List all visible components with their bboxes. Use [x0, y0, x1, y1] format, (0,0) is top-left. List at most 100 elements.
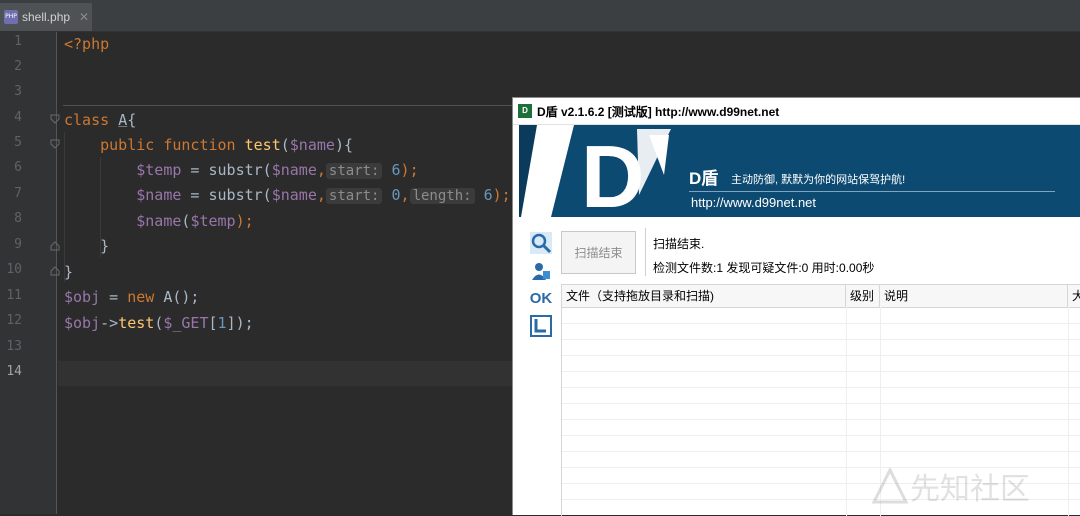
- column-header-description[interactable]: 说明: [880, 285, 1068, 307]
- banner-slogan: 主动防御, 默默为你的网站保驾护航!: [731, 174, 906, 186]
- code-line-9: }: [64, 234, 109, 259]
- search-icon[interactable]: [529, 231, 553, 255]
- variable: $temp: [190, 212, 236, 230]
- punct: ,: [316, 161, 326, 179]
- variable: $name: [271, 186, 317, 204]
- keyword: class: [64, 111, 110, 129]
- code-text: A();: [154, 288, 200, 306]
- variable: $name: [289, 136, 335, 154]
- scan-button[interactable]: 扫描结束: [561, 231, 636, 274]
- punct: ,: [316, 186, 326, 204]
- line-number: 7: [14, 186, 22, 201]
- punct: }: [64, 263, 74, 281]
- watermark-text: 先知社区: [910, 472, 1030, 507]
- column-header-file[interactable]: 文件（支持拖放目录和扫描): [562, 285, 846, 307]
- punct: );: [492, 186, 511, 204]
- line-number-current: 14: [6, 364, 22, 379]
- number: 1: [217, 314, 227, 332]
- row-divider: [562, 435, 1080, 436]
- watermark: 先知社区: [870, 466, 1070, 507]
- punct: ->: [100, 314, 119, 332]
- row-divider: [562, 323, 1080, 324]
- punct: ]);: [226, 314, 254, 332]
- banner-url[interactable]: http://www.d99net.net: [691, 195, 816, 210]
- variable: $name: [136, 212, 182, 230]
- line-number: 1: [14, 34, 22, 49]
- dshield-sidebar: OK: [519, 226, 555, 515]
- number: 6: [483, 186, 493, 204]
- punct: );: [400, 161, 419, 179]
- punct: }: [100, 237, 110, 255]
- close-icon[interactable]: ✕: [79, 10, 89, 24]
- watermark-logo-icon: [871, 468, 909, 504]
- line-number: 3: [14, 84, 22, 99]
- row-divider: [562, 371, 1080, 372]
- table-header: 文件（支持拖放目录和扫描) 级别 说明 大: [562, 285, 1080, 308]
- number: 0: [391, 186, 401, 204]
- vertical-separator: [645, 228, 646, 276]
- function-name: test: [118, 314, 155, 332]
- punct: ){: [334, 136, 353, 154]
- file-frame-icon[interactable]: [529, 314, 553, 338]
- code-line-11: $obj = new A();: [64, 285, 199, 310]
- line-number-gutter: 1 2 3 4 5 6 7 8 9 10 11 12 13 14: [0, 32, 60, 514]
- code-line-7: $name = substr($name, start: 0, length: 6)…: [64, 183, 511, 208]
- row-divider: [562, 419, 1080, 420]
- code-text: = substr(: [181, 186, 272, 204]
- line-number: 4: [14, 110, 22, 125]
- svg-text:D: D: [581, 127, 645, 217]
- punct: (: [154, 314, 164, 332]
- line-number: 5: [14, 135, 22, 150]
- dshield-window: D D盾 v2.1.6.2 [测试版] http://www.d99net.ne…: [512, 97, 1080, 516]
- row-divider: [562, 339, 1080, 340]
- ok-icon[interactable]: OK: [529, 286, 553, 310]
- line-number: 6: [14, 160, 22, 175]
- code-line-8: $name($temp);: [64, 209, 254, 234]
- variable: $obj: [64, 288, 101, 306]
- banner-divider: [689, 191, 1055, 192]
- variable: $_GET: [163, 314, 209, 332]
- window-title-bar[interactable]: D D盾 v2.1.6.2 [测试版] http://www.d99net.ne…: [513, 98, 1080, 125]
- punct: (: [280, 136, 290, 154]
- dshield-app-icon: D: [518, 104, 532, 118]
- parameter-hint: start:: [325, 188, 383, 204]
- row-divider: [562, 355, 1080, 356]
- code-line-5: public function test($name){: [64, 133, 353, 158]
- php-file-icon: PHP: [4, 10, 18, 24]
- user-shield-icon[interactable]: [529, 259, 553, 283]
- tab-label: shell.php: [22, 10, 71, 24]
- line-number: 12: [6, 313, 22, 328]
- scan-status: 扫描结束.: [653, 237, 705, 251]
- column-header-size[interactable]: 大: [1068, 285, 1080, 307]
- code-line-4: class A{: [64, 108, 136, 133]
- punct: );: [235, 212, 254, 230]
- row-divider: [562, 451, 1080, 452]
- punct: {: [127, 111, 137, 129]
- variable: $temp: [136, 161, 182, 179]
- variable: $name: [271, 161, 317, 179]
- code-text: = substr(: [181, 161, 272, 179]
- variable: $name: [136, 186, 182, 204]
- row-divider: [562, 387, 1080, 388]
- ok-label: OK: [529, 289, 553, 307]
- class-name: A: [118, 111, 128, 129]
- code-line-12: $obj->test($_GET[1]);: [64, 311, 254, 336]
- tab-shell-php[interactable]: PHP shell.php ✕: [0, 3, 92, 31]
- function-name: test: [244, 136, 281, 154]
- line-number: 8: [14, 211, 22, 226]
- code-line-1: <?php: [64, 32, 109, 57]
- punct: [: [208, 314, 218, 332]
- code-line-10: }: [64, 260, 73, 285]
- banner-brand: D盾: [689, 169, 719, 188]
- dshield-banner: D D盾 主动防御, 默默为你的网站保驾护航! http://www.d99ne…: [519, 125, 1080, 217]
- column-header-level[interactable]: 级别: [846, 285, 880, 307]
- window-title: D盾 v2.1.6.2 [测试版] http://www.d99net.net: [537, 104, 780, 119]
- line-number: 13: [6, 339, 22, 354]
- line-number: 2: [14, 59, 22, 74]
- php-open-tag: <?php: [64, 35, 110, 53]
- line-number: 10: [6, 262, 22, 277]
- parameter-hint: start:: [325, 163, 383, 179]
- line-number: 9: [14, 237, 22, 252]
- editor-tab-bar: PHP shell.php ✕: [0, 0, 1080, 32]
- scan-summary: 检测文件数:1 发现可疑文件:0 用时:0.00秒: [653, 261, 875, 275]
